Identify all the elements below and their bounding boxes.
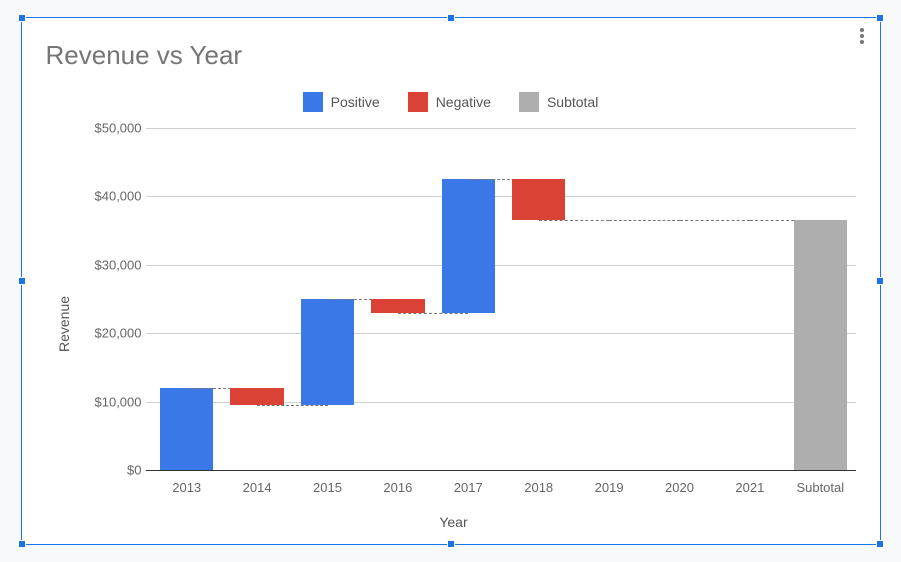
bar[interactable]: [160, 388, 214, 470]
bar-slot: 2017: [433, 128, 503, 470]
legend-swatch-subtotal: [519, 92, 539, 112]
chart-card[interactable]: Revenue vs Year Positive Negative Subtot…: [21, 17, 881, 545]
legend-item-negative[interactable]: Negative: [408, 92, 491, 112]
bar-slot: Subtotal: [785, 128, 855, 470]
resize-handle-bottom-right[interactable]: [876, 540, 884, 548]
y-tick-label: $40,000: [95, 189, 142, 204]
plot-wrapper: Revenue Year $0$10,000$20,000$30,000$40,…: [42, 118, 866, 530]
bar[interactable]: [794, 220, 848, 470]
chart-overflow-menu-button[interactable]: [850, 24, 874, 48]
x-tick-label: 2020: [644, 480, 714, 495]
x-axis-label[interactable]: Year: [42, 514, 866, 530]
chart-legend: Positive Negative Subtotal: [22, 92, 880, 112]
bar[interactable]: [442, 179, 496, 312]
bar-slot: 2013: [152, 128, 222, 470]
x-tick-label: 2018: [504, 480, 574, 495]
bar-slot: 2020: [644, 128, 714, 470]
bar-slot: 2021: [715, 128, 785, 470]
x-tick-label: Subtotal: [785, 480, 855, 495]
legend-label: Positive: [331, 94, 380, 110]
resize-handle-top-center[interactable]: [447, 14, 455, 22]
y-axis-label[interactable]: Revenue: [56, 296, 72, 352]
bar[interactable]: [230, 388, 284, 405]
resize-handle-middle-left[interactable]: [18, 277, 26, 285]
resize-handle-middle-right[interactable]: [876, 277, 884, 285]
plot-area: $0$10,000$20,000$30,000$40,000$50,000201…: [152, 128, 856, 470]
y-tick-label: $30,000: [95, 257, 142, 272]
bar-slot: 2019: [574, 128, 644, 470]
bar[interactable]: [371, 299, 425, 313]
bar[interactable]: [512, 179, 566, 220]
legend-swatch-negative: [408, 92, 428, 112]
y-tick-label: $20,000: [95, 326, 142, 341]
chart-title[interactable]: Revenue vs Year: [46, 40, 243, 71]
legend-item-subtotal[interactable]: Subtotal: [519, 92, 598, 112]
x-tick-label: 2019: [574, 480, 644, 495]
legend-label: Subtotal: [547, 94, 598, 110]
x-tick-label: 2016: [363, 480, 433, 495]
x-tick-label: 2021: [715, 480, 785, 495]
more-vertical-icon: [860, 28, 864, 44]
x-tick-label: 2017: [433, 480, 503, 495]
bar-slot: 2015: [292, 128, 362, 470]
resize-handle-top-right[interactable]: [876, 14, 884, 22]
y-tick-label: $10,000: [95, 394, 142, 409]
resize-handle-bottom-left[interactable]: [18, 540, 26, 548]
bar-slot: 2016: [363, 128, 433, 470]
bar[interactable]: [301, 299, 355, 405]
bars-layer: 201320142015201620172018201920202021Subt…: [152, 128, 856, 470]
x-tick-label: 2013: [152, 480, 222, 495]
x-tick-label: 2014: [222, 480, 292, 495]
legend-item-positive[interactable]: Positive: [303, 92, 380, 112]
x-tick-label: 2015: [292, 480, 362, 495]
x-axis-line: [146, 470, 856, 471]
resize-handle-bottom-center[interactable]: [447, 540, 455, 548]
legend-swatch-positive: [303, 92, 323, 112]
bar-slot: 2018: [504, 128, 574, 470]
legend-label: Negative: [436, 94, 491, 110]
y-tick-label: $0: [127, 463, 141, 478]
resize-handle-top-left[interactable]: [18, 14, 26, 22]
y-tick-label: $50,000: [95, 121, 142, 136]
bar-slot: 2014: [222, 128, 292, 470]
